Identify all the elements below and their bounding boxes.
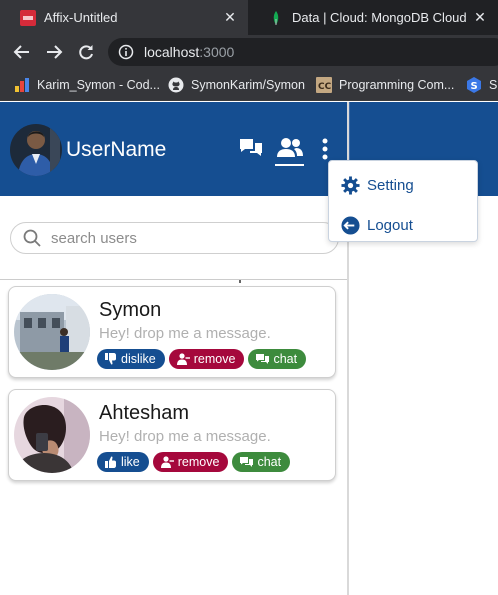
reload-button[interactable] [74,40,98,64]
bookmarks-bar: Karim_Symon - Cod... SymonKarim/Symon CC… [0,69,498,101]
gear-icon [341,175,360,195]
button-label: remove [177,455,220,469]
avatar[interactable] [10,124,62,176]
like-button[interactable]: like [97,452,149,472]
button-label: chat [273,352,298,366]
back-button[interactable] [10,40,34,64]
chats-button[interactable] [238,136,264,160]
more-options-button[interactable] [318,136,332,162]
remove-button[interactable]: remove [152,452,229,472]
user-actions: dislike remove chat [97,349,307,369]
menu-item-label: Logout [367,216,413,234]
bookmark-label: Karim_Symon - Cod... [37,78,160,92]
arrow-right-icon [47,45,63,59]
user-card[interactable]: Symon Hey! drop me a message. dislike re… [8,286,336,378]
user-status: Hey! drop me a message. [99,325,271,342]
user-photo [14,294,90,370]
reload-icon [79,45,93,60]
logout-icon [341,215,360,235]
bookmark-label: Programming Com... [339,78,455,92]
thumbs-up-icon [105,456,116,468]
sidebar-header: UserName [0,102,347,196]
forward-button[interactable] [42,40,66,64]
user-photo [14,397,90,473]
close-tab-icon[interactable]: ✕ [218,9,242,26]
avatar[interactable] [14,397,90,473]
bookmark-sp[interactable]: S Sp [466,69,498,101]
chat-app: UserName search users Symon Hey! drop me… [0,102,498,595]
bookmark-label: Sp [489,78,498,92]
url-host: localhost [144,44,200,60]
cc-icon: CC [316,77,332,93]
button-label: chat [257,455,282,469]
s-badge-icon: S [467,77,481,93]
close-tab-icon[interactable]: ✕ [468,9,492,26]
avatar[interactable] [14,294,90,370]
affix-favicon-icon [20,9,36,26]
more-vert-icon [322,138,328,160]
user-status: Hey! drop me a message. [99,428,271,445]
menu-item-logout[interactable]: Logout [341,213,413,237]
github-icon [168,77,184,93]
svg-text:S: S [471,81,478,92]
chat-button[interactable]: chat [248,349,307,369]
users-button[interactable] [276,136,304,160]
menu-item-label: Setting [367,176,414,194]
chat-button[interactable]: chat [232,452,291,472]
chat-icon [256,354,270,364]
chat-icon [240,139,262,156]
chat-icon [240,457,254,467]
chart-bars-icon [15,78,29,92]
search-box[interactable] [10,222,339,254]
search-input[interactable] [51,229,311,247]
arrow-left-icon [13,45,29,59]
user-minus-icon [176,353,190,365]
user-name: Symon [99,299,162,321]
list-separator [0,279,347,280]
user-card[interactable]: Ahtesham Hey! drop me a message. like re… [8,389,336,481]
button-label: dislike [121,352,156,366]
button-label: remove [193,352,236,366]
address-bar[interactable]: localhost:3000 [108,38,498,66]
browser-tab-mongodb[interactable]: Data | Cloud: MongoDB Cloud ✕ [248,0,498,35]
users-icon [277,138,303,157]
username: UserName [66,138,167,161]
tab-title: Data | Cloud: MongoDB Cloud [292,10,467,25]
users-tab-indicator [275,164,304,166]
browser-tab-strip: Affix-Untitled ✕ Data | Cloud: MongoDB C… [0,0,498,35]
bookmark-github[interactable]: SymonKarim/Symon [168,69,305,101]
bookmark-programming[interactable]: CC Programming Com... [316,69,454,101]
thumbs-down-icon [105,353,116,365]
svg-text:CC: CC [318,82,332,92]
browser-tab-affix[interactable]: Affix-Untitled ✕ [0,0,248,35]
url-port: :3000 [199,44,235,60]
bookmark-label: SymonKarim/Symon [191,78,305,92]
user-actions: like remove chat [97,452,291,472]
user-name: Ahtesham [99,402,190,424]
bookmark-karim-symon[interactable]: Karim_Symon - Cod... [14,69,160,101]
options-menu: Setting Logout [328,160,478,242]
browser-toolbar: localhost:3000 [0,35,498,69]
dislike-button[interactable]: dislike [97,349,165,369]
button-label: like [121,455,140,469]
separator-tick [239,280,241,283]
mongodb-leaf-icon [273,10,279,25]
profile-photo [10,124,62,176]
info-icon[interactable] [118,44,134,60]
menu-item-setting[interactable]: Setting [341,173,414,197]
remove-button[interactable]: remove [168,349,245,369]
search-icon [23,229,41,247]
tab-title: Affix-Untitled [44,10,118,25]
user-minus-icon [160,456,174,468]
